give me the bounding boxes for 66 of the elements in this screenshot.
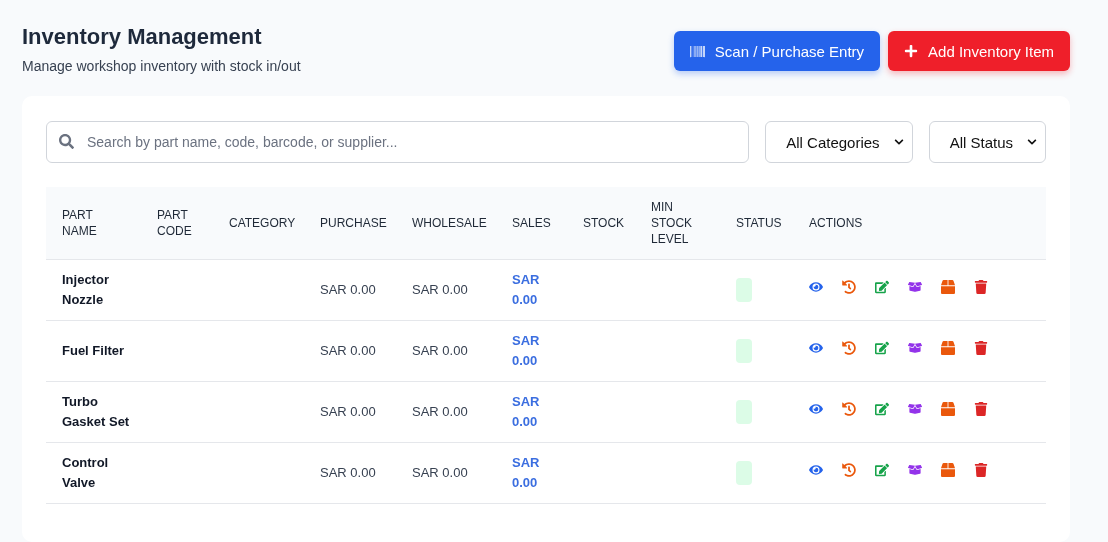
edit-icon[interactable] — [875, 463, 889, 477]
column-header: STATUS — [736, 187, 809, 260]
search-icon — [59, 134, 74, 149]
part-name: Fuel Filter — [62, 343, 125, 358]
box-icon[interactable] — [941, 341, 955, 355]
column-header: MIN STOCK LEVEL — [651, 187, 736, 260]
sales-price: SAR 0.00 — [512, 333, 540, 368]
column-header: CATEGORY — [229, 187, 320, 260]
scan-entry-button[interactable]: Scan / Purchase Entry — [673, 31, 881, 71]
add-item-button[interactable]: Add Inventory Item — [888, 31, 1070, 71]
delete-icon[interactable] — [974, 341, 988, 355]
chevron-icon — [1027, 137, 1037, 147]
box-open-icon[interactable] — [908, 280, 922, 294]
wholesale-price: SAR 0.00 — [412, 343, 468, 358]
box-open-icon[interactable] — [908, 402, 922, 416]
box-icon[interactable] — [941, 463, 955, 477]
page-subtitle: Manage workshop inventory with stock in/out — [22, 58, 301, 74]
filter-dropdown[interactable]: All Categories — [765, 121, 913, 163]
column-header: PART CODE — [157, 187, 229, 260]
history-icon[interactable] — [842, 463, 856, 477]
search-field[interactable]: Search by part name, code, barcode, or supplier... — [46, 121, 750, 163]
purchase-price: SAR 0.00 — [320, 282, 376, 297]
sales-price: SAR 0.00 — [512, 455, 540, 490]
column-header: STOCK — [583, 187, 651, 260]
delete-icon[interactable] — [974, 402, 988, 416]
box-open-icon[interactable] — [908, 341, 922, 355]
column-header: SALES — [512, 187, 583, 260]
purchase-price: SAR 0.00 — [320, 343, 376, 358]
wholesale-price: SAR 0.00 — [412, 282, 468, 297]
part-name: Injector Nozzle — [62, 272, 109, 307]
box-icon[interactable] — [941, 402, 955, 416]
chevron-icon — [893, 137, 904, 147]
column-header: WHOLESALE — [412, 187, 512, 260]
view-icon[interactable] — [809, 280, 823, 294]
delete-icon[interactable] — [974, 463, 988, 477]
history-icon[interactable] — [842, 341, 856, 355]
part-name: Turbo Gasket Set — [62, 394, 130, 429]
view-icon[interactable] — [809, 341, 823, 355]
part-name: Control Valve — [62, 455, 109, 490]
sales-price: SAR 0.00 — [512, 394, 540, 429]
status-badge — [736, 400, 752, 424]
plus-icon — [904, 44, 919, 58]
purchase-price: SAR 0.00 — [320, 465, 376, 480]
column-header: PURCHASE — [320, 187, 412, 260]
status-badge — [736, 278, 752, 302]
page-title: Inventory Management — [22, 24, 263, 50]
edit-icon[interactable] — [875, 341, 889, 355]
edit-icon[interactable] — [875, 280, 889, 294]
view-icon[interactable] — [809, 402, 823, 416]
column-header: PART NAME — [46, 187, 157, 260]
column-header: ACTIONS — [809, 187, 1046, 260]
view-icon[interactable] — [809, 463, 823, 477]
purchase-price: SAR 0.00 — [320, 404, 376, 419]
history-icon[interactable] — [842, 280, 856, 294]
delete-icon[interactable] — [974, 280, 988, 294]
status-badge — [736, 339, 752, 363]
edit-icon[interactable] — [875, 402, 889, 416]
sales-price: SAR 0.00 — [512, 272, 540, 307]
wholesale-price: SAR 0.00 — [412, 404, 468, 419]
filter-dropdown[interactable]: All Status — [928, 121, 1046, 163]
history-icon[interactable] — [842, 402, 856, 416]
status-badge — [736, 461, 752, 485]
box-icon[interactable] — [941, 280, 955, 294]
box-open-icon[interactable] — [908, 463, 922, 477]
barcode-icon — [689, 43, 705, 59]
wholesale-price: SAR 0.00 — [412, 465, 468, 480]
